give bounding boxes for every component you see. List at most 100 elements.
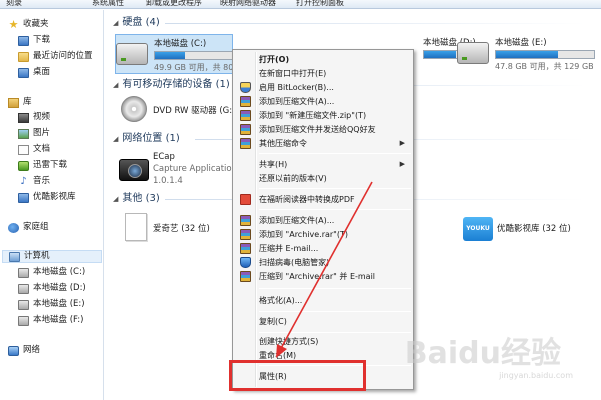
ecap-name[interactable]: ECap	[153, 152, 175, 162]
nav-item-thunder-downloads[interactable]: 迅雷下载	[18, 159, 67, 172]
menu-item-format[interactable]: 格式化(A)...	[235, 294, 411, 307]
menu-item-compress-send-qq[interactable]: 添加到压缩文件并发送给QQ好友	[235, 123, 411, 136]
nav-computer[interactable]: 计算机	[2, 250, 102, 263]
menu-item-label: 重命名(M)	[259, 351, 297, 360]
nav-libraries[interactable]: 库	[8, 96, 32, 109]
group-network-locations[interactable]: ◢ 网络位置 (1)	[113, 132, 180, 146]
nav-item-desktop[interactable]: 桌面	[18, 66, 50, 79]
nav-homegroup[interactable]: 家庭组	[8, 221, 49, 234]
nav-item-label: 最近访问的位置	[33, 51, 93, 61]
toolbar-uninstall[interactable]: 卸载或更改程序	[146, 0, 202, 8]
nav-item-videos[interactable]: 视频	[18, 111, 50, 124]
menu-item-label: 共享(H)	[259, 160, 288, 169]
nav-item-recent[interactable]: 最近访问的位置	[18, 50, 93, 63]
toolbar-burn[interactable]: 刻录	[6, 0, 22, 8]
menu-item-share[interactable]: 共享(H) ▶	[235, 158, 411, 171]
dvd-drive-icon[interactable]	[121, 96, 147, 122]
group-removable[interactable]: ◢ 有可移动存储的设备 (1)	[113, 78, 230, 92]
menu-item-label: 其他压缩命令	[259, 139, 307, 148]
camera-icon[interactable]	[119, 159, 149, 181]
toolbar-system-properties[interactable]: 系统属性	[92, 0, 124, 8]
menu-item-label: 添加到压缩文件(A)...	[259, 216, 335, 225]
menu-item-add-to-archive-2[interactable]: 添加到压缩文件(A)...	[235, 214, 411, 227]
menu-item-open-new-window[interactable]: 在新窗口中打开(E)	[235, 67, 411, 80]
menu-item-compress-rar-email[interactable]: 压缩到 "Archive.rar" 并 E-mail	[235, 270, 411, 283]
watermark-brand: Baidu经验	[404, 336, 561, 371]
nav-item-music[interactable]: ♪ 音乐	[18, 175, 50, 188]
menu-item-bitlocker[interactable]: 启用 BitLocker(B)...	[235, 81, 411, 94]
nav-item-documents[interactable]: 文档	[18, 143, 50, 156]
drive-tile-c[interactable]: 本地磁盘 (C:) 49.9 GB 可用，共 80.0	[115, 34, 241, 74]
menu-item-label: 格式化(A)...	[259, 296, 303, 305]
menu-item-create-shortcut[interactable]: 创建快捷方式(S)	[235, 335, 411, 348]
rar-icon	[240, 229, 251, 240]
menu-item-convert-pdf[interactable]: 在福昕阅读器中转换成PDF	[235, 193, 411, 206]
menu-item-label: 复制(C)	[259, 317, 287, 326]
menu-item-label: 创建快捷方式(S)	[259, 337, 319, 346]
other-item-youku[interactable]: 优酷影视库 (32 位)	[497, 222, 571, 234]
menu-item-scan-virus[interactable]: 扫描病毒(电脑管家)	[235, 256, 411, 269]
menu-item-copy[interactable]: 复制(C)	[235, 315, 411, 328]
menu-separator	[259, 288, 411, 289]
menu-item-label: 添加到压缩文件并发送给QQ好友	[259, 125, 376, 134]
menu-item-label: 在新窗口中打开(E)	[259, 69, 327, 78]
navigation-pane: ★ 收藏夹 下载 最近访问的位置 桌面 库 视频 图片 文档 迅雷下载 ♪ 音乐…	[0, 10, 104, 400]
group-hard-disks[interactable]: ◢ 硬盘 (4)	[113, 16, 160, 30]
group-other[interactable]: ◢ 其他 (3)	[113, 192, 160, 206]
drive-tile-e[interactable]: 本地磁盘 (E:) 47.8 GB 可用，共 129 GB	[457, 34, 597, 74]
other-item-iqiyi[interactable]: 爱奇艺 (32 位)	[153, 222, 210, 234]
menu-item-label: 打开(O)	[259, 55, 290, 64]
computer-icon	[9, 251, 20, 262]
hard-drive-icon	[457, 42, 489, 64]
menu-item-other-compress[interactable]: 其他压缩命令 ▶	[235, 137, 411, 150]
menu-item-add-to-archive[interactable]: 添加到压缩文件(A)...	[235, 95, 411, 108]
pdf-icon	[240, 194, 251, 205]
menu-separator	[259, 188, 411, 189]
group-divider	[165, 23, 585, 24]
submenu-arrow-icon: ▶	[399, 160, 405, 168]
rar-icon	[240, 96, 251, 107]
file-icon[interactable]	[125, 213, 147, 241]
drive-icon	[18, 299, 29, 310]
toolbar-map-drive[interactable]: 映射网络驱动器	[220, 0, 276, 8]
youku-library-icon	[18, 192, 29, 203]
nav-item-downloads[interactable]: 下载	[18, 34, 50, 47]
rar-icon	[240, 271, 251, 282]
collapse-triangle-icon: ◢	[113, 81, 119, 89]
nav-item-drive-f[interactable]: 本地磁盘 (F:)	[18, 314, 83, 327]
nav-item-youku-library[interactable]: 优酷影视库	[18, 191, 76, 204]
nav-item-drive-d[interactable]: 本地磁盘 (D:)	[18, 282, 86, 295]
nav-item-pictures[interactable]: 图片	[18, 127, 50, 140]
star-icon: ★	[8, 17, 19, 31]
context-menu: 打开(O) 在新窗口中打开(E) 启用 BitLocker(B)... 添加到压…	[232, 49, 414, 390]
menu-item-open[interactable]: 打开(O)	[235, 53, 411, 66]
menu-item-restore-versions[interactable]: 还原以前的版本(V)	[235, 172, 411, 185]
music-icon: ♪	[20, 175, 27, 187]
nav-favorites[interactable]: ★ 收藏夹	[8, 18, 49, 31]
nav-item-drive-c[interactable]: 本地磁盘 (C:)	[18, 266, 85, 279]
rar-icon	[240, 243, 251, 254]
menu-item-add-to-archive-rar[interactable]: 添加到 "Archive.rar"(T)	[235, 228, 411, 241]
menu-separator	[259, 332, 411, 333]
toolbar-control-panel[interactable]: 打开控制面板	[296, 0, 344, 8]
youku-icon[interactable]: YOUKU	[463, 217, 493, 241]
desktop-icon	[18, 67, 29, 78]
drive-capacity: 47.8 GB 可用，共 129 GB	[495, 62, 594, 71]
menu-item-compress-email[interactable]: 压缩并 E-mail...	[235, 242, 411, 255]
group-header-label: 有可移动存储的设备 (1)	[122, 79, 230, 90]
drive-usage-bar	[154, 51, 234, 60]
nav-network[interactable]: 网络	[8, 344, 40, 357]
drive-icon	[18, 283, 29, 294]
library-icon	[8, 97, 19, 108]
dvd-drive-label[interactable]: DVD RW 驱动器 (G:)	[153, 104, 235, 116]
menu-item-label: 压缩并 E-mail...	[259, 244, 319, 253]
menu-item-label: 添加到 "Archive.rar"(T)	[259, 230, 348, 239]
drive-usage-fill	[424, 51, 456, 58]
menu-item-add-to-zip[interactable]: 添加到 "新建压缩文件.zip"(T)	[235, 109, 411, 122]
nav-item-drive-e[interactable]: 本地磁盘 (E:)	[18, 298, 85, 311]
collapse-triangle-icon: ◢	[113, 135, 119, 143]
nav-item-label: 本地磁盘 (D:)	[33, 283, 86, 293]
video-icon	[18, 112, 29, 123]
nav-libraries-label: 库	[23, 97, 32, 107]
hard-drive-icon	[116, 43, 148, 65]
